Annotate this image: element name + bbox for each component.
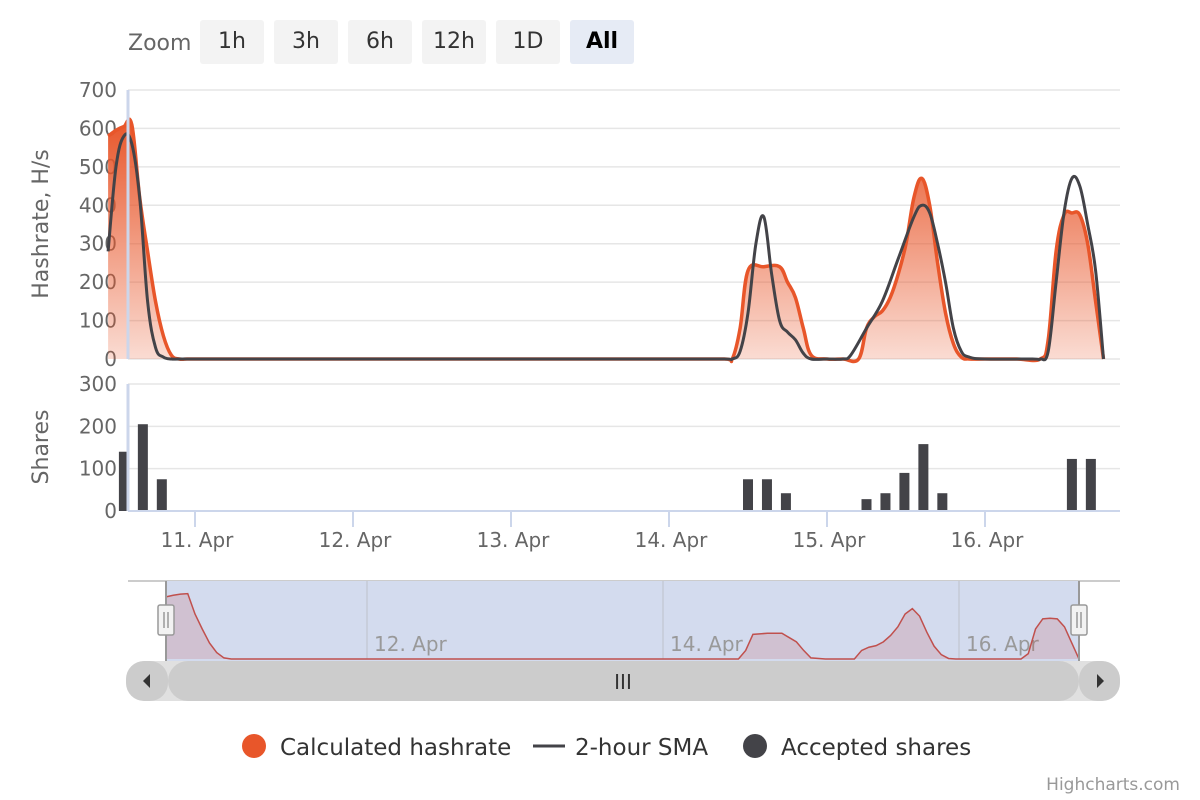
shares-bar[interactable] <box>937 493 948 511</box>
shares-bar[interactable] <box>1085 458 1096 511</box>
shares-y-tick-label: 300 <box>79 372 117 396</box>
zoom-button-12h[interactable]: 12h <box>422 20 486 64</box>
shares-bar[interactable] <box>1066 458 1077 511</box>
scroll-left-button[interactable] <box>126 661 168 701</box>
shares-bar[interactable] <box>899 472 910 511</box>
shares-bar[interactable] <box>861 499 872 511</box>
shares-bar[interactable] <box>743 479 753 511</box>
legend-item-accepted-shares[interactable]: Accepted shares <box>743 734 971 761</box>
legend-symbol <box>242 734 266 758</box>
legend-symbol <box>743 734 767 758</box>
zoom-label: Zoom <box>128 31 191 56</box>
stock-chart: Zoom 1h 3h 6h 12h 1D All 01002003004005006007… <box>29 20 1180 795</box>
shares-y-tick-label: 200 <box>79 414 117 438</box>
legend-label: Accepted shares <box>781 735 971 761</box>
legend-item-calculated-hashrate[interactable]: Calculated hashrate <box>242 734 511 761</box>
hashrate-pane: 0100200300400500600700 Hashrate, H/s <box>29 78 1120 371</box>
credits-link[interactable]: Highcharts.com <box>1046 775 1180 795</box>
zoom-button-label: All <box>586 29 618 54</box>
zoom-button-3h[interactable]: 3h <box>274 20 338 64</box>
navigator[interactable]: 12. Apr 14. Apr 16. Apr <box>128 580 1120 661</box>
shares-bar[interactable] <box>137 424 148 511</box>
navigator-date-label: 12. Apr <box>374 632 448 656</box>
x-tick-label: 15. Apr <box>793 528 867 552</box>
zoom-button-label: 6h <box>366 29 394 54</box>
zoom-button-all[interactable]: All <box>570 20 634 64</box>
shares-y-tick-label: 100 <box>79 457 117 481</box>
legend: Calculated hashrate 2-hour SMA Accepted sh… <box>242 734 971 761</box>
scroll-right-button[interactable] <box>1079 661 1120 701</box>
shares-bar[interactable] <box>761 479 772 511</box>
shares-bar[interactable] <box>880 493 891 511</box>
zoom-button-1h[interactable]: 1h <box>200 20 264 64</box>
zoom-button-label: 3h <box>292 29 320 54</box>
zoom-button-label: 1D <box>513 29 544 54</box>
shares-bar[interactable] <box>780 493 791 511</box>
x-tick-label: 16. Apr <box>951 528 1025 552</box>
legend-label: Calculated hashrate <box>280 735 511 761</box>
hashrate-y-tick-label: 700 <box>79 78 117 102</box>
x-tick-label: 14. Apr <box>635 528 709 552</box>
zoom-button-label: 12h <box>433 29 475 54</box>
x-tick-label: 12. Apr <box>319 528 393 552</box>
hashrate-axis-title: Hashrate, H/s <box>29 149 54 299</box>
shares-bar[interactable] <box>918 444 929 511</box>
scrollbar[interactable]: III <box>126 661 1120 701</box>
shares-y-tick-label: 0 <box>104 499 117 523</box>
zoom-button-label: 1h <box>218 29 246 54</box>
shares-axis-title: Shares <box>29 410 54 485</box>
x-tick-label: 13. Apr <box>477 528 551 552</box>
zoom-button-6h[interactable]: 6h <box>348 20 412 64</box>
shares-bar[interactable] <box>156 479 167 511</box>
navigator-date-label: 14. Apr <box>670 632 744 656</box>
range-selector: Zoom 1h 3h 6h 12h 1D All <box>128 20 634 64</box>
legend-item-2-hour-sma[interactable]: 2-hour SMA <box>533 735 708 761</box>
x-tick-label: 11. Apr <box>161 528 235 552</box>
zoom-button-1d[interactable]: 1D <box>496 20 560 64</box>
scrollbar-grip-icon: III <box>614 670 632 694</box>
navigator-selected-range[interactable] <box>166 581 1079 661</box>
sma-line[interactable] <box>106 132 1105 362</box>
legend-label: 2-hour SMA <box>575 735 708 761</box>
shares-pane: 0 100 200 300 Shares 11. Apr 12. Apr 13. Apr 1… <box>29 372 1120 552</box>
